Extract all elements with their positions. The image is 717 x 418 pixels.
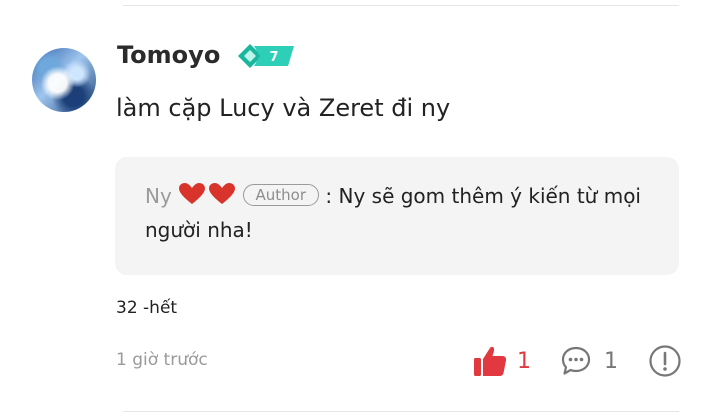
level-badge-icon: 7 xyxy=(238,44,294,68)
like-count: 1 xyxy=(517,348,531,374)
reply-author-name[interactable]: Ny xyxy=(145,184,172,208)
like-button[interactable]: 1 xyxy=(473,343,531,379)
reply-button[interactable]: 1 xyxy=(560,343,618,379)
bottom-divider xyxy=(123,411,679,412)
reply-content: Ny Author : Ny sẽ gom thêm ý kiến từ mọi… xyxy=(145,179,665,247)
report-icon[interactable] xyxy=(648,344,682,378)
thumbs-up-icon xyxy=(474,346,507,376)
username[interactable]: Tomoyo xyxy=(117,41,220,69)
comment-text: làm cặp Lucy và Zeret đi ny xyxy=(116,94,451,122)
avatar[interactable] xyxy=(32,48,96,112)
timestamp: 1 giờ trước xyxy=(116,350,208,370)
author-reply-box[interactable]: Ny Author : Ny sẽ gom thêm ý kiến từ mọi… xyxy=(115,157,679,275)
author-tag: Author xyxy=(242,184,320,206)
extra-note: 32 -hết xyxy=(116,298,178,318)
reply-separator: : xyxy=(325,184,333,208)
top-divider xyxy=(123,5,679,6)
comment-bubble-icon xyxy=(561,346,591,375)
level-badge-number: 7 xyxy=(269,50,278,65)
reply-count: 1 xyxy=(604,348,618,374)
heart-icon xyxy=(179,183,236,204)
